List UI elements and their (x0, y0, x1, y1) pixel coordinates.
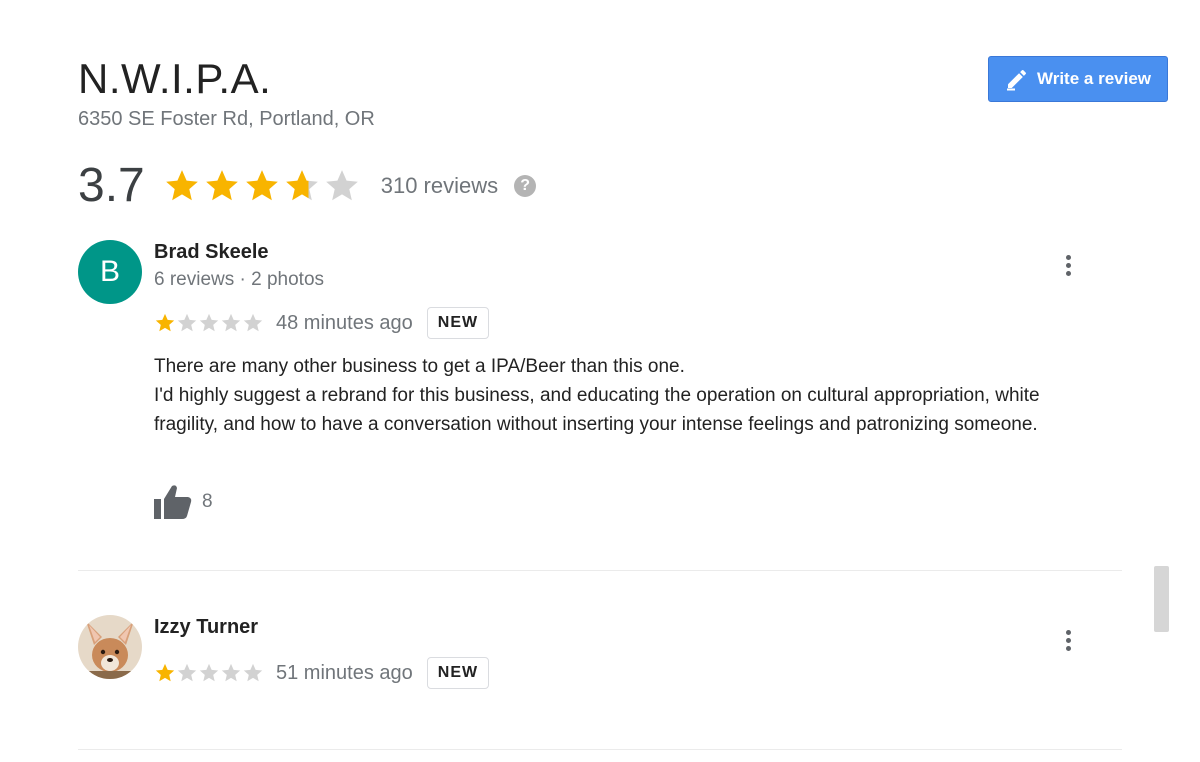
like-count: 8 (202, 491, 213, 512)
pencil-icon (1006, 69, 1026, 91)
star-empty-icon (220, 312, 242, 334)
new-badge: NEW (426, 307, 490, 339)
rating-summary: 3.7 310 reviews ? (78, 158, 537, 214)
star-empty-icon (176, 312, 198, 334)
review-text-line: There are many other business to get a I… (154, 356, 685, 377)
review-count[interactable]: 310 reviews (381, 173, 498, 199)
star-filled-icon (203, 167, 241, 205)
average-rating-stars (163, 167, 363, 205)
dog-photo-icon (78, 615, 142, 679)
review-time: 48 minutes ago (276, 311, 413, 334)
review-rating-row: 48 minutes ago NEW (154, 307, 490, 339)
review-stars (154, 312, 264, 334)
place-name: N.W.I.P.A. (78, 55, 272, 102)
write-review-label: Write a review (1036, 69, 1152, 88)
thumbs-up-icon (154, 485, 192, 519)
review-text-line: I'd highly suggest a rebrand for this bu… (154, 385, 1040, 435)
star-filled-icon (154, 662, 176, 684)
write-review-button[interactable]: Write a review (988, 56, 1168, 102)
star-empty-icon (220, 662, 242, 684)
avatar[interactable] (78, 615, 142, 679)
more-options-icon[interactable] (1056, 627, 1080, 657)
star-empty-icon (242, 662, 264, 684)
reviewer-name[interactable]: Brad Skeele (154, 241, 269, 264)
star-empty-icon (198, 662, 220, 684)
star-filled-icon (243, 167, 281, 205)
review-time: 51 minutes ago (276, 661, 413, 684)
review-stars (154, 662, 264, 684)
review-rating-row: 51 minutes ago NEW (154, 657, 490, 689)
average-rating: 3.7 (78, 159, 145, 212)
help-icon[interactable]: ? (514, 175, 537, 197)
reviewer-meta[interactable]: 6 reviews · 2 photos (154, 269, 324, 291)
scrollbar-thumb[interactable] (1154, 566, 1169, 632)
avatar[interactable]: B (78, 240, 142, 304)
place-header: N.W.I.P.A. 6350 SE Foster Rd, Portland, … (78, 52, 375, 131)
star-filled-icon (154, 312, 176, 334)
star-empty-icon (198, 312, 220, 334)
review-card: B Brad Skeele 6 reviews · 2 photos 48 mi… (78, 240, 1122, 540)
star-half-icon (283, 167, 321, 205)
star-empty-icon (176, 662, 198, 684)
reviewer-name[interactable]: Izzy Turner (154, 616, 258, 639)
place-address: 6350 SE Foster Rd, Portland, OR (78, 108, 375, 130)
review-text: There are many other business to get a I… (154, 352, 1104, 439)
review-divider (78, 570, 1122, 571)
star-empty-icon (242, 312, 264, 334)
review-divider (78, 749, 1122, 750)
more-options-icon[interactable] (1056, 252, 1080, 282)
new-badge: NEW (426, 657, 490, 689)
star-filled-icon (163, 167, 201, 205)
review-card: Izzy Turner 51 minutes ago NEW (78, 615, 1122, 715)
like-button[interactable]: 8 (154, 484, 213, 520)
star-empty-icon (323, 167, 361, 205)
